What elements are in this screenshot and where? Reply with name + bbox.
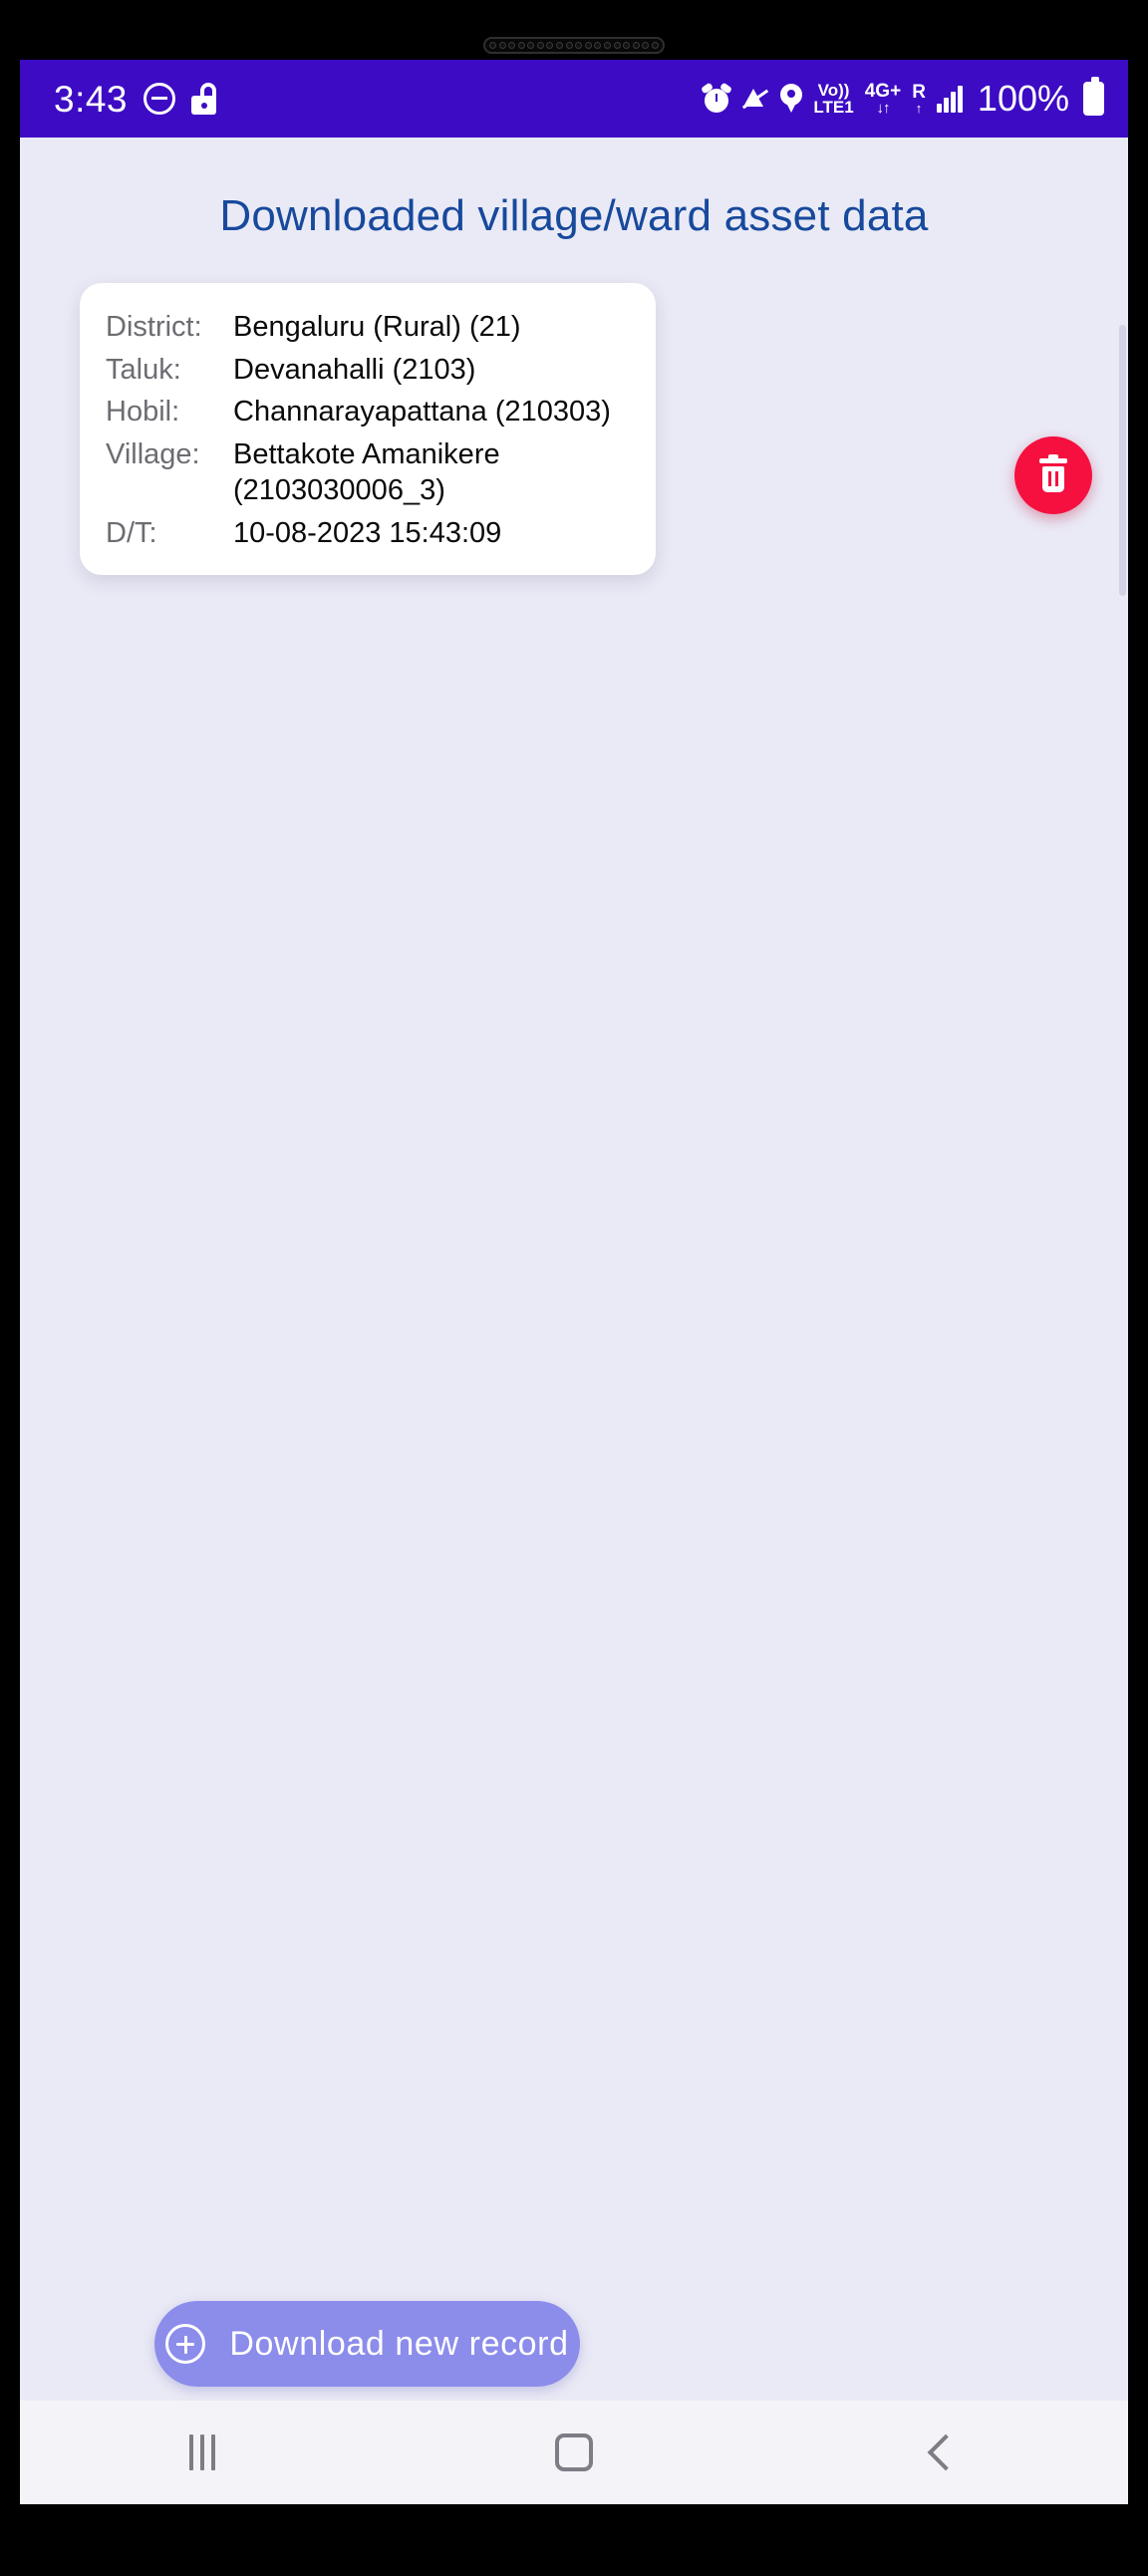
recent-apps-icon[interactable] xyxy=(189,2434,216,2470)
table-row: Hobil: Channarayapattana (210303) xyxy=(106,394,630,430)
phone-screen: 3:43 Vo)) LTE1 4G+ ↓↑ R ↑ 100% Downloade… xyxy=(20,60,1128,2504)
unlocked-padlock-icon xyxy=(191,83,218,115)
app-content: Downloaded village/ward asset data Distr… xyxy=(20,138,1128,2504)
location-pin-icon xyxy=(780,84,803,114)
row-label-village: Village: xyxy=(106,437,200,470)
roaming-indicator: R ↑ xyxy=(912,83,926,115)
device-bezel-bottom xyxy=(0,2504,1148,2576)
table-row: District: Bengaluru (Rural) (21) xyxy=(106,309,630,346)
battery-percentage: 100% xyxy=(977,78,1069,119)
status-bar-right: Vo)) LTE1 4G+ ↓↑ R ↑ 100% xyxy=(701,77,1104,120)
table-row: Village: Bettakote Amanikere (2103030006… xyxy=(106,436,630,509)
status-bar-left: 3:43 xyxy=(54,81,218,118)
network-type-indicator: 4G+ ↓↑ xyxy=(864,80,902,118)
row-label-taluk: Taluk: xyxy=(106,353,181,386)
row-value-taluk: Devanahalli (2103) xyxy=(233,353,476,386)
row-value-hobil: Channarayapattana (210303) xyxy=(233,396,611,429)
volte-indicator: Vo)) LTE1 xyxy=(813,80,854,117)
table-row: Taluk: Devanahalli (2103) xyxy=(106,352,630,389)
row-value-village-line1: Bettakote Amanikere xyxy=(233,437,500,470)
volte-label-bottom: LTE1 xyxy=(813,98,854,117)
battery-icon xyxy=(1083,77,1104,116)
delete-record-button[interactable] xyxy=(1014,436,1092,514)
status-bar: 3:43 Vo)) LTE1 4G+ ↓↑ R ↑ 100% xyxy=(20,60,1128,138)
row-value-district: Bengaluru (Rural) (21) xyxy=(233,311,521,343)
row-value-village: Bettakote Amanikere (2103030006_3) xyxy=(233,436,500,509)
data-activity-arrows: ↓↑ xyxy=(876,100,890,118)
roaming-label: R xyxy=(912,82,926,103)
row-label-district: District: xyxy=(106,311,202,343)
signal-strength-icon xyxy=(936,85,963,113)
download-new-record-button[interactable]: Download new record xyxy=(154,2301,580,2387)
status-clock: 3:43 xyxy=(54,78,129,120)
row-value-datetime: 10-08-2023 15:43:09 xyxy=(233,516,502,549)
device-bezel-top xyxy=(0,0,1148,60)
row-label-hobil: Hobil: xyxy=(106,396,180,429)
bell-muted-icon xyxy=(741,86,769,112)
table-row: D/T: 10-08-2023 15:43:09 xyxy=(106,515,630,552)
alarm-clock-icon xyxy=(701,82,733,113)
download-button-label: Download new record xyxy=(229,2324,569,2363)
scrollbar[interactable] xyxy=(1119,325,1126,596)
roaming-arrow: ↑ xyxy=(915,101,923,116)
earpiece-speaker xyxy=(483,37,665,54)
row-value-village-line2: (2103030006_3) xyxy=(233,474,445,507)
row-label-datetime: D/T: xyxy=(106,516,157,549)
android-nav-bar xyxy=(20,2401,1128,2504)
device-bezel-right xyxy=(1128,0,1148,2576)
trash-icon xyxy=(1039,454,1067,492)
network-label: 4G+ xyxy=(864,80,902,102)
home-icon[interactable] xyxy=(554,2433,593,2471)
device-bezel-left xyxy=(0,0,20,2576)
record-card[interactable]: District: Bengaluru (Rural) (21) Taluk: … xyxy=(80,283,656,576)
volte-label-top: Vo)) xyxy=(817,80,850,100)
do-not-disturb-icon xyxy=(144,83,176,115)
phone-device: 3:43 Vo)) LTE1 4G+ ↓↑ R ↑ 100% Downloade… xyxy=(0,0,1148,2576)
plus-circle-icon xyxy=(165,2324,206,2364)
back-chevron-icon[interactable] xyxy=(927,2433,965,2471)
page-title: Downloaded village/ward asset data xyxy=(219,191,929,240)
